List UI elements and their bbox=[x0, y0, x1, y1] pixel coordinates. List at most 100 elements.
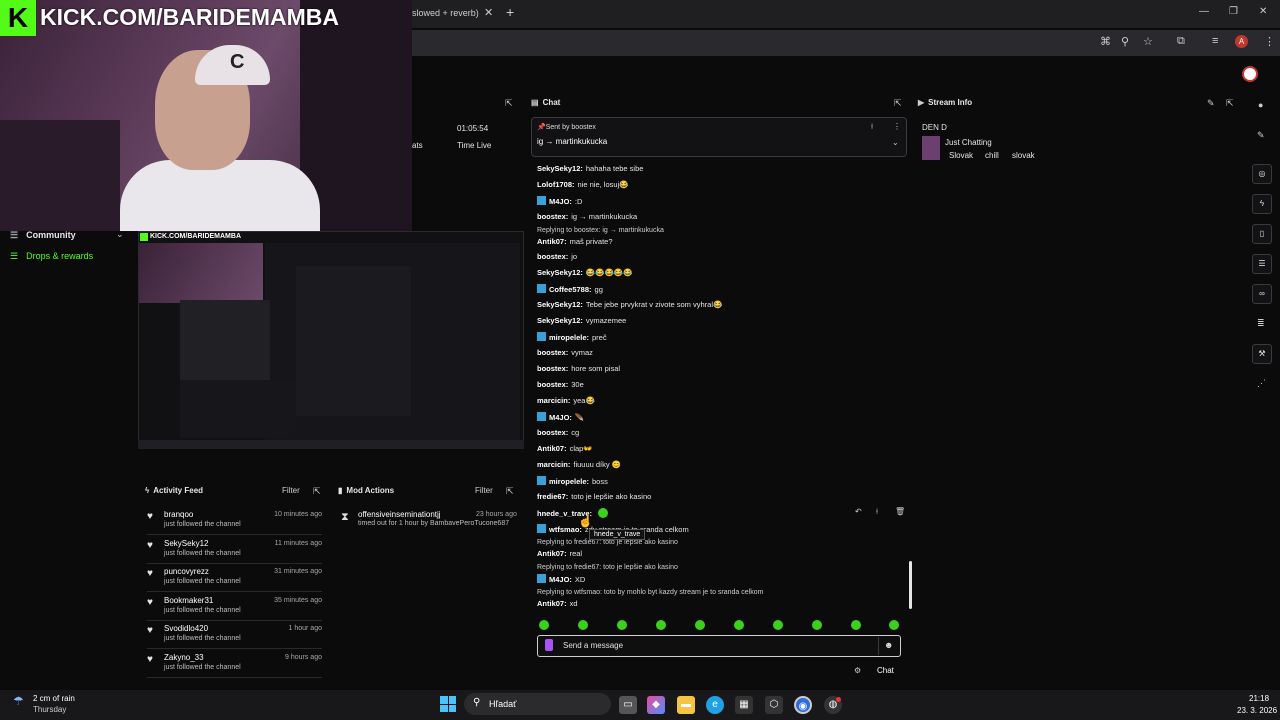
chat-username[interactable]: Coffee5788: bbox=[549, 285, 592, 294]
user-avatar[interactable] bbox=[1242, 66, 1258, 82]
chat-username[interactable]: boostex: bbox=[537, 380, 568, 389]
chat-username[interactable]: Antik07: bbox=[537, 237, 567, 246]
rail-layers-icon[interactable]: ≣ bbox=[1257, 318, 1265, 329]
rail-pencil-icon[interactable]: ✎ bbox=[1257, 130, 1265, 141]
quick-emote-icon[interactable] bbox=[851, 620, 861, 630]
quick-emote-icon[interactable] bbox=[695, 620, 705, 630]
chat-message[interactable]: boostex: 30e bbox=[537, 380, 584, 389]
rail-camera-icon[interactable]: ◎ bbox=[1252, 164, 1272, 184]
chat-username[interactable]: Antik07: bbox=[537, 444, 567, 453]
nav-drops[interactable]: ☰ Drops & rewards bbox=[10, 251, 93, 262]
chat-scrollbar[interactable] bbox=[909, 561, 912, 609]
chat-username[interactable]: Antik07: bbox=[537, 549, 567, 558]
chat-username[interactable]: boostex: bbox=[537, 348, 568, 357]
chat-message[interactable]: boostex: ig → martinkukucka bbox=[537, 212, 637, 221]
mod-action-user[interactable]: offensiveinseminationtjj bbox=[358, 510, 441, 519]
follower-name[interactable]: Svodidlo420 bbox=[164, 624, 208, 633]
chat-message[interactable]: boostex: cg bbox=[537, 428, 579, 437]
chat-message[interactable]: miropelele: boss bbox=[537, 476, 608, 486]
menu-icon[interactable]: ⋮ bbox=[1264, 35, 1275, 48]
chat-message[interactable]: Antik07: clap👐 bbox=[537, 444, 593, 453]
chat-username[interactable]: wtfsmao: bbox=[549, 525, 582, 534]
chat-message[interactable]: marcicin: fiuuuu díky 😊 bbox=[537, 460, 621, 469]
quick-emote-icon[interactable] bbox=[734, 620, 744, 630]
mod-filter-button[interactable]: Filter bbox=[475, 486, 493, 495]
quick-emote-icon[interactable] bbox=[617, 620, 627, 630]
rail-lightning-icon[interactable]: ϟ bbox=[1252, 194, 1272, 214]
chat-username[interactable]: M4JO: bbox=[549, 197, 572, 206]
maximize-button[interactable]: ❐ bbox=[1229, 6, 1238, 17]
bookmark-star-icon[interactable]: ☆ bbox=[1143, 35, 1153, 48]
quick-emote-icon[interactable] bbox=[539, 620, 549, 630]
chat-settings-icon[interactable]: ⚙ bbox=[854, 666, 861, 675]
weather-text[interactable]: 2 cm of rain bbox=[33, 694, 75, 703]
follower-name[interactable]: SekySeky12 bbox=[164, 539, 208, 548]
chat-username[interactable]: boostex: bbox=[537, 252, 568, 261]
activity-popout-icon[interactable]: ⇱ bbox=[313, 486, 321, 497]
stream-info-popout-icon[interactable]: ⇱ bbox=[1226, 98, 1234, 109]
rail-chat-icon[interactable]: ☰ bbox=[1252, 254, 1272, 274]
chat-username[interactable]: boostex: bbox=[537, 212, 568, 221]
chat-message[interactable]: boostex: jo bbox=[537, 252, 577, 261]
identity-badge-icon[interactable] bbox=[545, 639, 553, 651]
category-name[interactable]: Just Chatting bbox=[945, 138, 992, 147]
chat-username[interactable]: Lolof1708: bbox=[537, 180, 575, 189]
chevron-up-icon[interactable]: ⌄ bbox=[116, 229, 124, 240]
quick-emote-icon[interactable] bbox=[773, 620, 783, 630]
chat-message[interactable]: Antik07: maš private? bbox=[537, 237, 613, 246]
delete-message-icon[interactable]: 🗑 bbox=[895, 507, 905, 516]
chat-username[interactable]: SekySeky12: bbox=[537, 268, 583, 277]
task-view-icon[interactable]: ▭ bbox=[619, 696, 637, 714]
rail-link-icon[interactable]: ∞ bbox=[1252, 284, 1272, 304]
chat-message[interactable]: M4JO: 🪶 bbox=[537, 412, 584, 422]
emoji-picker-icon[interactable]: ☻ bbox=[884, 640, 893, 650]
chat-username[interactable]: miropelele: bbox=[549, 477, 589, 486]
chat-message[interactable]: M4JO::D bbox=[537, 196, 582, 206]
chat-reply-context[interactable]: Replying to boostex: ig → martinkukucka bbox=[537, 227, 664, 234]
chat-message[interactable]: boostex: vymaz bbox=[537, 348, 593, 357]
tag-slovak-lower[interactable]: slovak bbox=[1012, 151, 1035, 160]
chat-message[interactable]: SekySeky12: vymazemee bbox=[537, 316, 626, 325]
profile-avatar[interactable]: A bbox=[1235, 35, 1248, 48]
quick-emote-icon[interactable] bbox=[812, 620, 822, 630]
chat-reply-context[interactable]: Replying to fredie67: toto je lepšie ako… bbox=[537, 564, 678, 571]
store-icon[interactable]: ▦ bbox=[735, 696, 753, 714]
copilot-icon[interactable]: ◆ bbox=[647, 696, 665, 714]
close-window-button[interactable]: ✕ bbox=[1259, 6, 1267, 17]
chat-username[interactable]: M4JO: bbox=[549, 413, 572, 422]
file-explorer-icon[interactable]: ▬ bbox=[677, 696, 695, 714]
weather-icon[interactable]: ☂ bbox=[13, 694, 24, 708]
rail-share-icon[interactable]: ⋰ bbox=[1257, 378, 1266, 389]
rail-wrench-icon[interactable]: ⚒ bbox=[1252, 344, 1272, 364]
browser-tab-title[interactable]: slowed + reverb) bbox=[412, 8, 479, 18]
chat-username[interactable]: SekySeky12: bbox=[537, 316, 583, 325]
windows-start-icon[interactable] bbox=[440, 696, 456, 712]
new-tab-button[interactable]: + bbox=[506, 4, 514, 20]
reply-icon[interactable]: ↶ bbox=[855, 507, 862, 516]
chat-username[interactable]: SekySeky12: bbox=[537, 164, 583, 173]
chat-username[interactable]: marcicin: bbox=[537, 396, 570, 405]
app-cube-icon[interactable]: ⬡ bbox=[765, 696, 783, 714]
follower-name[interactable]: Bookmaker31 bbox=[164, 596, 213, 605]
edge-icon[interactable]: e bbox=[706, 696, 724, 714]
zoom-icon[interactable]: ⚲ bbox=[1121, 35, 1129, 48]
quick-emote-icon[interactable] bbox=[578, 620, 588, 630]
media-icon[interactable]: ≡ bbox=[1212, 35, 1218, 47]
chat-message[interactable]: SekySeky12: hahaha tebe sibe bbox=[537, 164, 643, 173]
send-chat-button[interactable]: Chat bbox=[877, 666, 894, 675]
quick-emote-icon[interactable] bbox=[656, 620, 666, 630]
tag-chill[interactable]: chill bbox=[985, 151, 999, 160]
chat-message[interactable]: SekySeky12: Tebe jebe prvykrat v zivote s… bbox=[537, 300, 722, 309]
chat-message[interactable]: Antik07: real bbox=[537, 549, 582, 558]
follower-name[interactable]: puncovyrezz bbox=[164, 567, 209, 576]
tag-slovak[interactable]: Slovak bbox=[949, 151, 973, 160]
nav-community[interactable]: ☰ Community bbox=[10, 230, 76, 241]
unpin-icon[interactable]: ⍿ bbox=[871, 122, 873, 132]
chat-message[interactable]: SekySeky12: 😂😂😂😂😂 bbox=[537, 268, 633, 277]
chat-message[interactable]: Lolof1708: nie nie, losuj😂 bbox=[537, 180, 629, 189]
follower-name[interactable]: Zakyno_33 bbox=[164, 653, 204, 662]
chat-reply-context[interactable]: Replying to fredie67: toto je lepšie ako… bbox=[537, 539, 678, 546]
taskbar-search[interactable] bbox=[464, 693, 611, 715]
translate-icon[interactable]: ⌘ bbox=[1100, 35, 1111, 48]
pinned-more-icon[interactable]: ⋮ bbox=[893, 122, 901, 131]
